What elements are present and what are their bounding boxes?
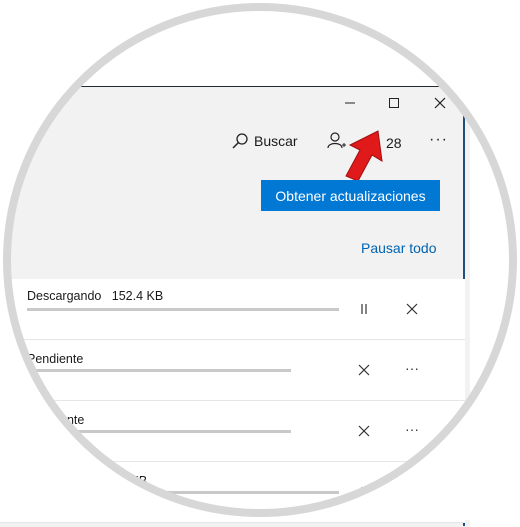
- more-options-button[interactable]: ···: [400, 356, 424, 380]
- close-icon: [434, 97, 446, 109]
- maximize-icon: [389, 98, 399, 108]
- more-icon: ···: [405, 360, 419, 376]
- pause-all-link[interactable]: Pausar todo: [361, 240, 437, 256]
- pause-icon: [361, 304, 367, 314]
- close-icon: [358, 364, 370, 376]
- more-icon: ···: [405, 421, 419, 437]
- annotation-arrow: [345, 130, 383, 180]
- get-updates-button[interactable]: Obtener actualizaciones: [261, 180, 440, 211]
- list-item[interactable]: Descargando 152.4 KB: [0, 279, 465, 340]
- download-progress-bar: [27, 491, 339, 494]
- list-item[interactable]: 7 MB: [0, 462, 465, 523]
- cancel-download-button[interactable]: [400, 297, 424, 321]
- search-icon: [232, 133, 248, 149]
- list-item[interactable]: Pendiente ···: [0, 340, 465, 401]
- screenshot-stage: Buscar 28 ··· Obtener actualizaciones Pa…: [0, 0, 520, 527]
- download-progress-bar: [27, 308, 339, 311]
- search-button[interactable]: Buscar: [232, 133, 298, 149]
- minimize-button[interactable]: [340, 93, 360, 113]
- list-item[interactable]: ente ···: [0, 401, 465, 462]
- download-progress-bar: [27, 430, 291, 433]
- download-status: Descargando 152.4 KB: [27, 289, 164, 303]
- more-options-button[interactable]: ···: [429, 131, 451, 149]
- cancel-download-button[interactable]: [352, 358, 376, 382]
- minimize-icon: [345, 102, 355, 104]
- close-icon: [358, 425, 370, 437]
- more-icon: ···: [429, 131, 448, 148]
- download-status: Pendiente: [27, 352, 84, 366]
- cancel-download-button[interactable]: [352, 419, 376, 443]
- download-progress-bar: [27, 369, 291, 372]
- download-status: ente: [60, 413, 85, 427]
- maximize-button[interactable]: [384, 93, 404, 113]
- pause-download-button[interactable]: [352, 297, 376, 321]
- more-options-button[interactable]: ···: [400, 417, 424, 441]
- pause-download-button[interactable]: [352, 480, 376, 504]
- search-label: Buscar: [254, 133, 298, 149]
- downloads-list: Descargando 152.4 KB Pendiente ··· ente: [0, 279, 465, 523]
- close-window-button[interactable]: [430, 93, 450, 113]
- download-status: 7 MB: [118, 474, 148, 488]
- pause-icon: [361, 487, 367, 497]
- close-icon: [406, 303, 418, 315]
